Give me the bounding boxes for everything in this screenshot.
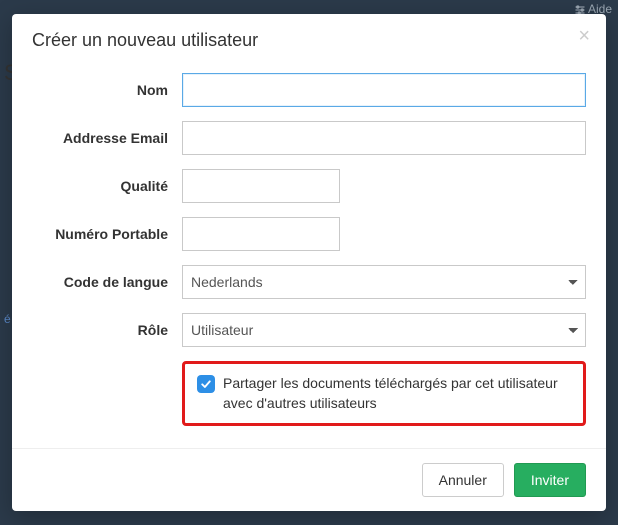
bg-e: é bbox=[4, 312, 11, 326]
cancel-button[interactable]: Annuler bbox=[422, 463, 504, 497]
label-quality: Qualité bbox=[32, 178, 182, 194]
row-language: Code de langue Nederlands bbox=[32, 265, 586, 299]
label-name: Nom bbox=[32, 82, 182, 98]
close-button[interactable]: × bbox=[578, 26, 590, 46]
share-highlight: Partager les documents téléchargés par c… bbox=[182, 361, 586, 426]
invite-button[interactable]: Inviter bbox=[514, 463, 586, 497]
row-mobile: Numéro Portable bbox=[32, 217, 586, 251]
modal-title: Créer un nouveau utilisateur bbox=[32, 30, 586, 51]
label-language: Code de langue bbox=[32, 274, 182, 290]
create-user-modal: Créer un nouveau utilisateur × Nom Addre… bbox=[12, 14, 606, 511]
role-select[interactable]: Utilisateur bbox=[182, 313, 586, 347]
row-role: Rôle Utilisateur bbox=[32, 313, 586, 347]
check-icon bbox=[200, 378, 212, 390]
modal-header: Créer un nouveau utilisateur × bbox=[12, 14, 606, 63]
modal-body: Nom Addresse Email Qualité Numéro Portab… bbox=[12, 63, 606, 448]
row-quality: Qualité bbox=[32, 169, 586, 203]
label-role: Rôle bbox=[32, 322, 182, 338]
row-email: Addresse Email bbox=[32, 121, 586, 155]
language-select[interactable]: Nederlands bbox=[182, 265, 586, 299]
label-mobile: Numéro Portable bbox=[32, 226, 182, 242]
email-input[interactable] bbox=[182, 121, 586, 155]
name-input[interactable] bbox=[182, 73, 586, 107]
quality-input[interactable] bbox=[182, 169, 340, 203]
share-checkbox[interactable] bbox=[197, 375, 215, 393]
label-email: Addresse Email bbox=[32, 130, 182, 146]
share-label: Partager les documents téléchargés par c… bbox=[223, 374, 571, 413]
modal-footer: Annuler Inviter bbox=[12, 448, 606, 511]
mobile-input[interactable] bbox=[182, 217, 340, 251]
row-name: Nom bbox=[32, 73, 586, 107]
share-checkbox-row: Partager les documents téléchargés par c… bbox=[197, 374, 571, 413]
